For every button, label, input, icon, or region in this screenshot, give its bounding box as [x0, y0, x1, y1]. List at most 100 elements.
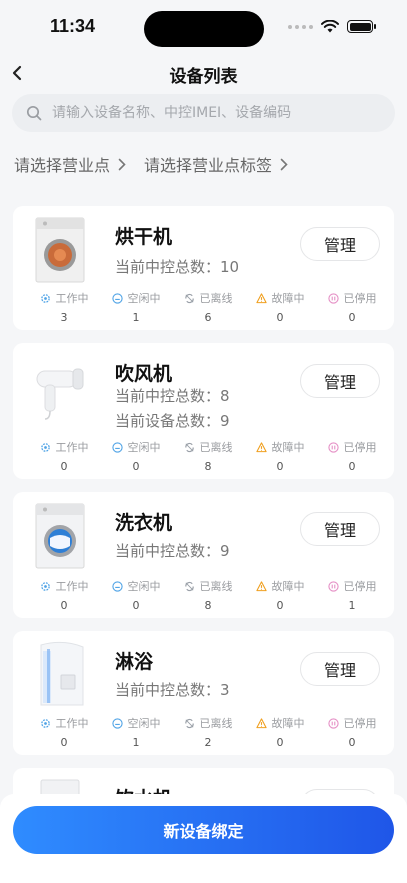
warning-icon	[255, 717, 267, 728]
manage-button[interactable]: 管理	[300, 227, 380, 261]
warning-icon	[255, 292, 267, 303]
wifi-icon	[321, 20, 339, 33]
filter-row: 请选择营业点 请选择营业点标签	[14, 152, 288, 176]
status-time: 11:34	[50, 16, 96, 36]
pause-icon	[327, 441, 339, 453]
stat-working: 工作中 0	[28, 578, 100, 612]
stat-fault: 故障中 0	[244, 578, 316, 612]
device-card-washing-machine[interactable]: 洗衣机 当前中控总数：9 管理 工作中 0 空闲中 0 已离线 8 故障中 0 …	[13, 492, 394, 618]
idle-face-icon	[111, 441, 123, 453]
shower-image	[40, 641, 84, 706]
stat-fault: 故障中 0	[244, 290, 316, 324]
dryer-image	[35, 217, 85, 283]
stat-label: 工作中	[55, 717, 89, 730]
stat-count: 0	[60, 736, 68, 749]
stat-offline: 已离线 8	[172, 578, 244, 612]
battery-icon	[347, 20, 376, 33]
gear-icon	[40, 442, 50, 452]
status-stats: 工作中 0 空闲中 0 已离线 8 故障中 0 已停用 1	[13, 578, 394, 612]
stat-count: 0	[60, 599, 68, 612]
stat-count: 0	[132, 599, 140, 612]
filter-location-tag-label: 请选择营业点标签	[144, 156, 273, 175]
stat-stopped: 已停用 1	[316, 578, 388, 612]
stat-count: 3	[60, 311, 68, 324]
device-count: 当前设备总数：9	[115, 412, 230, 430]
disconnect-icon	[184, 442, 194, 452]
stat-label: 已停用	[343, 717, 377, 730]
chevron-right-icon	[118, 158, 126, 170]
manage-button[interactable]: 管理	[300, 652, 380, 686]
stat-count: 8	[204, 599, 212, 612]
device-card-hair-dryer[interactable]: 吹风机 当前中控总数：8 当前设备总数：9 管理 工作中 0 空闲中 0 已离线…	[13, 343, 394, 479]
dynamic-island	[144, 11, 264, 47]
stat-count: 0	[276, 460, 284, 473]
controller-count: 当前中控总数：9	[115, 542, 230, 560]
stat-offline: 已离线 8	[172, 439, 244, 473]
filter-location-tag[interactable]: 请选择营业点标签	[144, 152, 288, 176]
status-stats: 工作中 0 空闲中 1 已离线 2 故障中 0 已停用 0	[13, 715, 394, 749]
stat-label: 工作中	[55, 580, 89, 593]
stat-fault: 故障中 0	[244, 439, 316, 473]
stat-label: 已停用	[343, 292, 377, 305]
controller-count: 当前中控总数：8	[115, 387, 230, 405]
search-input[interactable]	[52, 105, 372, 121]
gear-icon	[40, 718, 50, 728]
stat-label: 工作中	[55, 441, 89, 454]
stat-count: 0	[276, 599, 284, 612]
stat-count: 0	[348, 736, 356, 749]
stat-idle: 空闲中 0	[100, 439, 172, 473]
stat-label: 故障中	[271, 580, 305, 593]
pause-icon	[327, 717, 339, 729]
page-title: 设备列表	[169, 67, 238, 87]
stat-count: 0	[348, 460, 356, 473]
bind-new-device-button[interactable]: 新设备绑定	[13, 806, 394, 854]
stat-count: 8	[204, 460, 212, 473]
stat-label: 空闲中	[127, 580, 161, 593]
pause-icon	[327, 292, 339, 304]
stat-working: 工作中 0	[28, 439, 100, 473]
stat-count: 1	[348, 599, 356, 612]
stat-label: 故障中	[271, 292, 305, 305]
stat-count: 0	[60, 460, 68, 473]
stat-idle: 空闲中 1	[100, 715, 172, 749]
stat-stopped: 已停用 0	[316, 715, 388, 749]
device-card-dryer[interactable]: 烘干机 当前中控总数：10 管理 工作中 3 空闲中 1 已离线 6 故障中 0…	[13, 206, 394, 330]
search-box[interactable]	[12, 94, 395, 132]
device-name: 淋浴	[115, 651, 154, 673]
idle-face-icon	[111, 580, 123, 592]
disconnect-icon	[184, 581, 194, 591]
filter-location[interactable]: 请选择营业点	[14, 152, 126, 176]
stat-count: 0	[348, 311, 356, 324]
stat-label: 工作中	[55, 292, 89, 305]
pause-icon	[327, 580, 339, 592]
stat-label: 已离线	[199, 292, 233, 305]
stat-offline: 已离线 2	[172, 715, 244, 749]
signal-icon	[288, 24, 313, 29]
status-stats: 工作中 0 空闲中 0 已离线 8 故障中 0 已停用 0	[13, 439, 394, 473]
stat-label: 已离线	[199, 717, 233, 730]
device-name: 洗衣机	[115, 512, 173, 534]
stat-idle: 空闲中 1	[100, 290, 172, 324]
stat-count: 6	[204, 311, 212, 324]
manage-button[interactable]: 管理	[300, 512, 380, 546]
warning-icon	[255, 580, 267, 591]
manage-button[interactable]: 管理	[300, 364, 380, 398]
controller-count: 当前中控总数：10	[115, 258, 240, 276]
stat-idle: 空闲中 0	[100, 578, 172, 612]
stat-stopped: 已停用 0	[316, 290, 388, 324]
chevron-right-icon	[280, 158, 288, 170]
stat-fault: 故障中 0	[244, 715, 316, 749]
controller-count: 当前中控总数：3	[115, 681, 230, 699]
stat-count: 1	[132, 736, 140, 749]
stat-working: 工作中 0	[28, 715, 100, 749]
device-list: 烘干机 当前中控总数：10 管理 工作中 3 空闲中 1 已离线 6 故障中 0…	[13, 206, 394, 881]
stat-offline: 已离线 6	[172, 290, 244, 324]
disconnect-icon	[184, 718, 194, 728]
gear-icon	[40, 293, 50, 303]
gear-icon	[40, 581, 50, 591]
status-bar: 11:34	[0, 0, 407, 56]
stat-count: 0	[132, 460, 140, 473]
device-card-shower[interactable]: 淋浴 当前中控总数：3 管理 工作中 0 空闲中 1 已离线 2 故障中 0 已…	[13, 631, 394, 755]
stat-label: 空闲中	[127, 292, 161, 305]
stat-label: 已停用	[343, 580, 377, 593]
